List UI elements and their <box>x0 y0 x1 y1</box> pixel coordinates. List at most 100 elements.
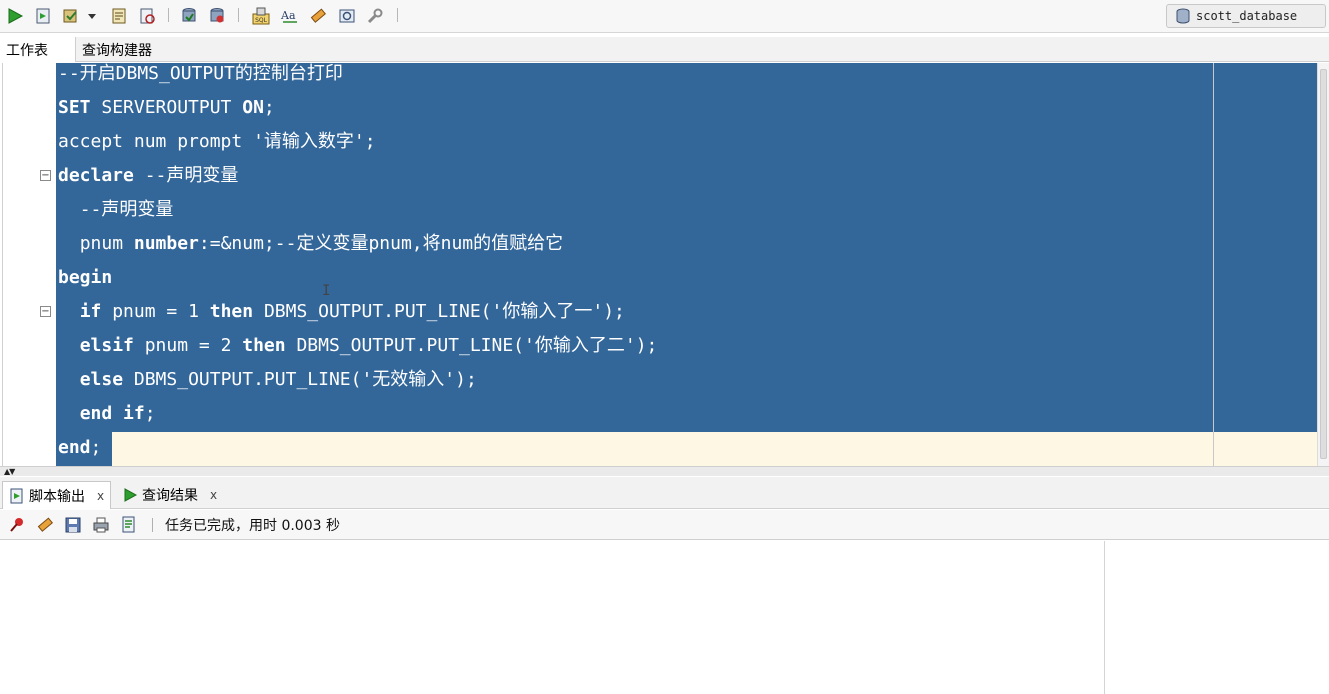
code-keyword: end <box>79 403 113 424</box>
fold-if-icon[interactable]: − <box>40 306 51 317</box>
svg-text:Aa: Aa <box>280 9 296 22</box>
tab-script-output-label: 脚本输出 <box>29 488 85 505</box>
editor-vertical-scrollbar[interactable] <box>1317 63 1329 466</box>
code-line: else DBMS_OUTPUT.PUT_LINE('无效输入'); <box>58 363 477 397</box>
code-keyword: declare <box>58 165 134 186</box>
connection-selector[interactable]: scott_database <box>1166 4 1326 28</box>
text-cursor-icon: I <box>322 283 331 299</box>
code-token: SERVEROUTPUT <box>90 97 243 118</box>
code-token: pnum <box>79 233 134 254</box>
tab-script-output[interactable]: 脚本输出 x <box>2 481 112 509</box>
code-token: ; <box>90 437 102 458</box>
main-toolbar: SQL Aa scott_database <box>0 0 1329 33</box>
sql-tuning-icon[interactable]: SQL <box>250 5 272 27</box>
status-message: 任务已完成，用时 0.003 秒 <box>165 517 340 534</box>
code-keyword: number <box>133 233 199 254</box>
close-query-result-icon[interactable]: x <box>210 488 217 502</box>
tools-icon[interactable] <box>364 5 386 27</box>
editor-gutter: − − <box>0 63 56 466</box>
run-script-icon[interactable] <box>32 5 54 27</box>
code-keyword: end <box>58 437 91 458</box>
code-line: end; <box>58 431 101 465</box>
commit-icon[interactable] <box>60 5 82 27</box>
pin-icon[interactable] <box>6 514 28 536</box>
code-line: begin <box>58 261 112 295</box>
sql-editor[interactable]: − − --开启DBMS_OUTPUT的控制台打印 SET SERVEROUTPU… <box>0 63 1329 466</box>
fold-declare-icon[interactable]: − <box>40 170 51 181</box>
clear-icon[interactable] <box>307 5 329 27</box>
panel-splitter[interactable]: ▲▼ <box>0 466 1329 476</box>
tab-query-result[interactable]: 查询结果 x <box>116 481 223 509</box>
output-tabs: 脚本输出 x 查询结果 x <box>0 477 1329 509</box>
query-result-icon <box>124 488 138 502</box>
close-script-output-icon[interactable]: x <box>97 489 104 503</box>
code-token: pnum = 1 <box>101 301 210 322</box>
current-line-highlight <box>56 432 1317 466</box>
code-token: ; <box>144 403 156 424</box>
rollback-icon[interactable] <box>178 5 200 27</box>
database-icon <box>1176 8 1190 24</box>
code-token: pnum = 2 <box>133 335 243 356</box>
code-area[interactable]: --开启DBMS_OUTPUT的控制台打印 SET SERVEROUTPUT ON… <box>56 63 1317 466</box>
toolbar-separator <box>168 8 169 22</box>
export-icon[interactable] <box>118 514 140 536</box>
code-keyword: begin <box>58 267 113 288</box>
format-icon[interactable]: Aa <box>279 5 301 27</box>
code-line: accept num prompt '请输入数字'; <box>58 125 376 159</box>
script-output-area[interactable] <box>0 541 1329 694</box>
splitter-arrows-icon[interactable]: ▲▼ <box>4 467 15 476</box>
toolbar-separator <box>238 8 239 22</box>
code-token: DBMS_OUTPUT.PUT_LINE('你输入了一'); <box>253 301 625 322</box>
history-icon[interactable] <box>206 5 228 27</box>
connection-name: scott_database <box>1196 9 1298 23</box>
right-margin-line <box>1213 63 1214 466</box>
code-token: ; <box>263 97 275 118</box>
code-line: --声明变量 <box>58 193 174 227</box>
script-output-icon <box>10 488 23 503</box>
output-toolbar: 任务已完成，用时 0.003 秒 <box>0 510 1329 540</box>
save-icon[interactable] <box>62 514 84 536</box>
dropdown-icon[interactable] <box>86 5 98 27</box>
toolbar-separator <box>397 8 398 22</box>
print-icon[interactable] <box>90 514 112 536</box>
code-token: accept num prompt '请输入数字'; <box>58 131 376 152</box>
code-token: --声明变量 <box>133 165 239 186</box>
code-keyword: if <box>123 403 145 424</box>
code-keyword: elsif <box>79 335 134 356</box>
run-statement-icon[interactable] <box>4 5 26 27</box>
autotrace-icon[interactable] <box>136 5 158 27</box>
svg-text:SQL: SQL <box>255 17 268 24</box>
output-divider <box>1104 541 1105 694</box>
code-token: DBMS_OUTPUT.PUT_LINE('无效输入'); <box>123 369 477 390</box>
code-line: pnum number:=&num;--定义变量pnum,将num的值赋给它 <box>58 227 563 261</box>
monitor-icon[interactable] <box>336 5 358 27</box>
code-line: end if; <box>58 397 156 431</box>
code-keyword: else <box>79 369 124 390</box>
code-keyword: if <box>79 301 102 322</box>
scrollbar-thumb[interactable] <box>1320 69 1327 459</box>
code-keyword: then <box>242 335 286 356</box>
code-token: DBMS_OUTPUT.PUT_LINE('你输入了二'); <box>285 335 658 356</box>
code-line: elsif pnum = 2 then DBMS_OUTPUT.PUT_LINE… <box>58 329 658 363</box>
code-line: if pnum = 1 then DBMS_OUTPUT.PUT_LINE('你… <box>58 295 625 329</box>
code-keyword: then <box>209 301 254 322</box>
code-line: --开启DBMS_OUTPUT的控制台打印 <box>58 57 343 91</box>
toolbar-separator <box>152 517 153 532</box>
code-keyword: SET <box>58 97 91 118</box>
gutter-border <box>2 63 3 466</box>
eraser-icon[interactable] <box>34 514 56 536</box>
code-line: SET SERVEROUTPUT ON; <box>58 91 275 125</box>
explain-icon[interactable] <box>108 5 130 27</box>
code-token: --声明变量 <box>79 199 174 220</box>
code-token: :=&num;--定义变量pnum,将num的值赋给它 <box>198 233 564 254</box>
code-token: --开启DBMS_OUTPUT的控制台打印 <box>58 63 343 84</box>
tab-query-result-label: 查询结果 <box>142 488 198 504</box>
code-line: declare --声明变量 <box>58 159 238 193</box>
